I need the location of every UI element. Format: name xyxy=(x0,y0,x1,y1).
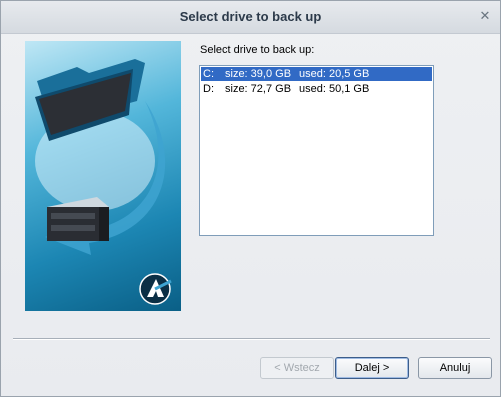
drive-size: size: 72,7 GB xyxy=(225,83,292,95)
back-button[interactable]: < Wstecz xyxy=(260,357,334,379)
drive-row-d[interactable]: D: size: 72,7 GB used: 50,1 GB xyxy=(201,82,432,96)
next-button[interactable]: Dalej > xyxy=(335,357,409,379)
cancel-button[interactable]: Anuluj xyxy=(418,357,492,379)
folder-to-server-illustration-icon xyxy=(35,59,172,305)
close-icon[interactable]: ✕ xyxy=(478,9,492,23)
drive-list[interactable]: C: size: 39,0 GB used: 20,5 GB D: size: … xyxy=(199,65,434,236)
drive-letter: C: xyxy=(203,68,214,80)
drive-list-label: Select drive to back up: xyxy=(200,44,315,56)
drive-size: size: 39,0 GB xyxy=(225,68,292,80)
drive-used: used: 20,5 GB xyxy=(299,68,370,80)
drive-letter: D: xyxy=(203,83,214,95)
dialog-title: Select drive to back up xyxy=(179,9,322,24)
drive-used: used: 50,1 GB xyxy=(299,83,370,95)
drive-row-c[interactable]: C: size: 39,0 GB used: 20,5 GB xyxy=(201,67,432,81)
dialog-window: Select drive to back up ✕ Select drive t… xyxy=(0,0,501,397)
footer-separator xyxy=(13,338,490,340)
title-bar: Select drive to back up ✕ xyxy=(1,1,500,34)
backup-illustration xyxy=(25,41,181,311)
